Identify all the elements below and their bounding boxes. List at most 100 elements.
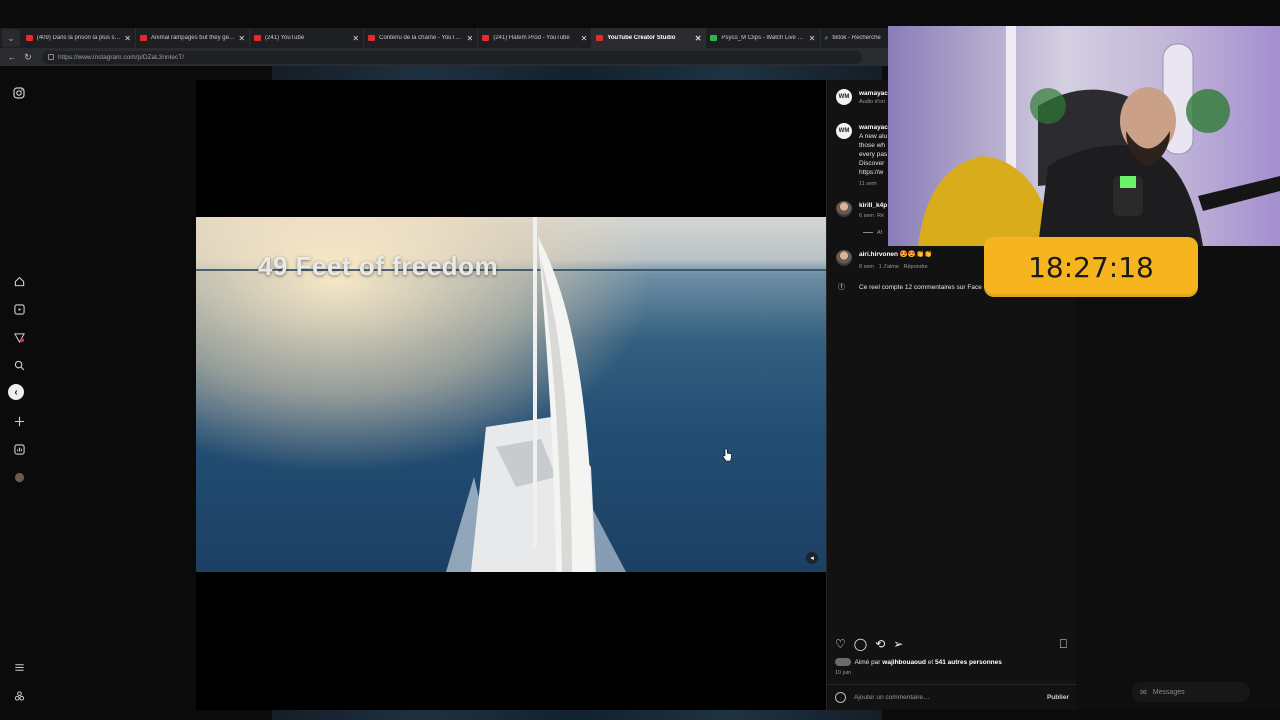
caption-line: A new alu bbox=[859, 133, 888, 140]
browser-tab-active[interactable]: YouTube Creator Studio ✕ bbox=[592, 28, 707, 48]
browser-tab[interactable]: ⌕ tiktok - Recherche bbox=[821, 28, 890, 48]
comment-reply-link[interactable]: Répondre bbox=[903, 264, 927, 270]
tab-title: (241) Hatem Prod - YouTube bbox=[493, 35, 570, 41]
direct-messages-icon[interactable] bbox=[12, 330, 26, 344]
webcam-overlay bbox=[888, 26, 1280, 246]
facebook-icon: ⓕ bbox=[838, 284, 845, 291]
url-text: https://www.instagram.com/p/DZaL3nnIecT/ bbox=[58, 53, 185, 61]
caption-username[interactable]: wamayac bbox=[859, 123, 888, 132]
tab-title: (241) YouTube bbox=[265, 35, 305, 41]
bookmark-icon[interactable]: ⎕ bbox=[1060, 637, 1067, 652]
profile-avatar-icon[interactable] bbox=[12, 470, 26, 484]
mute-icon[interactable]: ◂ bbox=[806, 552, 818, 564]
post-actions-bar: ♡ ◯ ⟲ ➢ ⎕ bbox=[835, 637, 1067, 652]
url-field[interactable]: https://www.instagram.com/p/DZaL3nnIecT/ bbox=[42, 50, 862, 64]
threads-icon[interactable] bbox=[12, 688, 26, 702]
comment-time: 6 sem bbox=[859, 213, 874, 219]
youtube-icon bbox=[254, 35, 262, 41]
reel-video[interactable]: 49 Feet of freedom ◂ bbox=[196, 217, 826, 572]
caption-author-avatar[interactable]: WM bbox=[836, 123, 852, 139]
like-heart-icon[interactable]: ♡ bbox=[835, 637, 846, 651]
comment-meta: 6 sem Ré bbox=[859, 212, 884, 221]
back-icon[interactable]: ← bbox=[4, 52, 20, 62]
stream-timer: 18:27:18 bbox=[984, 237, 1198, 297]
browser-tab[interactable]: (241) YouTube ✕ bbox=[250, 28, 365, 48]
comment-reply-link[interactable]: Ré bbox=[877, 213, 884, 219]
close-tab-icon[interactable]: ✕ bbox=[238, 34, 245, 43]
search-icon: ⌕ bbox=[824, 35, 829, 42]
comment-time: 8 sem bbox=[859, 264, 874, 270]
close-tab-icon[interactable]: ✕ bbox=[352, 34, 359, 43]
close-tab-icon[interactable]: ✕ bbox=[467, 34, 474, 43]
tab-title: tiktok - Recherche bbox=[832, 35, 881, 41]
messages-label: Messages bbox=[1152, 688, 1185, 696]
address-bar-row: ← ↻ https://www.instagram.com/p/DZaL3nnI… bbox=[0, 48, 890, 66]
repost-icon[interactable]: ⟲ bbox=[875, 637, 885, 651]
commenter-avatar[interactable] bbox=[836, 201, 852, 217]
tab-title: Contenu de la chaîne - YouTube bbox=[379, 35, 464, 41]
youtube-icon bbox=[368, 35, 376, 41]
commenter-avatar[interactable] bbox=[836, 250, 852, 266]
liker-avatars[interactable] bbox=[835, 658, 851, 667]
messages-button[interactable]: ✉ Messages bbox=[1132, 682, 1250, 702]
tab-search-menu-icon[interactable]: ⌄ bbox=[2, 29, 20, 47]
create-plus-icon[interactable] bbox=[12, 414, 26, 428]
youtube-icon bbox=[596, 35, 604, 41]
close-tab-icon[interactable]: ✕ bbox=[124, 34, 131, 43]
home-icon[interactable] bbox=[12, 274, 26, 288]
browser-tab[interactable]: (409) Dans la prison la plus surp ✕ bbox=[22, 28, 136, 48]
kick-icon bbox=[710, 35, 718, 41]
comment-emojis: 😍😍👏👏 bbox=[899, 251, 933, 258]
view-replies-label: Af bbox=[877, 230, 883, 236]
browser-tab[interactable]: Animal rampages but they get w ✕ bbox=[136, 28, 251, 48]
author-avatar[interactable]: WM bbox=[836, 89, 852, 105]
caption-line: those wh bbox=[859, 142, 886, 149]
share-send-icon[interactable]: ➢ bbox=[893, 637, 903, 651]
comment-bubble-icon[interactable]: ◯ bbox=[854, 637, 867, 651]
site-info-icon[interactable] bbox=[48, 54, 54, 60]
replies-divider bbox=[863, 232, 873, 234]
reels-icon[interactable] bbox=[12, 302, 26, 316]
close-tab-icon[interactable]: ✕ bbox=[695, 34, 702, 43]
comment-input[interactable]: Ajouter un commentaire… bbox=[854, 694, 930, 701]
search-icon[interactable] bbox=[12, 358, 26, 372]
caption-line: Discover bbox=[859, 160, 885, 167]
youtube-icon bbox=[482, 35, 490, 41]
view-replies[interactable]: Af bbox=[863, 229, 882, 238]
close-tab-icon[interactable]: ✕ bbox=[809, 34, 816, 43]
liked-by-prefix: Aimé par bbox=[854, 659, 881, 666]
emoji-picker-icon[interactable] bbox=[835, 692, 846, 703]
webcam-person-image bbox=[918, 26, 1280, 246]
browser-tab[interactable]: Psyco_M Clips - Watch Live on K ✕ bbox=[706, 28, 821, 48]
tab-title: Animal rampages but they get w bbox=[150, 35, 236, 41]
close-tab-icon[interactable]: ✕ bbox=[581, 34, 588, 43]
publish-button[interactable]: Publier bbox=[1047, 694, 1069, 701]
comment-username[interactable]: airi.hirvonen bbox=[859, 251, 898, 258]
post-date: 10 juin bbox=[835, 670, 852, 676]
caption-link[interactable]: https://w bbox=[859, 168, 883, 177]
previous-post-chevron-left-icon[interactable]: ‹ bbox=[8, 384, 24, 400]
comment-username[interactable]: kirill_k4p bbox=[859, 201, 887, 210]
liked-by-line: Aimé par wajihbouaoud et 541 autres pers… bbox=[835, 658, 1002, 667]
more-menu-icon[interactable] bbox=[12, 660, 26, 674]
reload-icon[interactable]: ↻ bbox=[20, 52, 36, 63]
youtube-icon bbox=[25, 35, 33, 41]
original-audio-link[interactable]: Audio d'ori bbox=[859, 98, 885, 107]
liked-by-mid: et bbox=[927, 659, 934, 666]
author-username[interactable]: wamayac bbox=[859, 89, 888, 98]
tab-title: (409) Dans la prison la plus surp bbox=[36, 35, 122, 41]
instagram-logo-icon[interactable] bbox=[12, 86, 26, 100]
comment-body: airi.hirvonen 😍😍👏👏 bbox=[859, 250, 932, 259]
browser-tab[interactable]: (241) Hatem Prod - YouTube ✕ bbox=[478, 28, 593, 48]
messenger-icon: ✉ bbox=[1140, 687, 1147, 697]
tab-title: Psyco_M Clips - Watch Live on K bbox=[721, 35, 806, 41]
tab-title: YouTube Creator Studio bbox=[607, 35, 676, 41]
liked-by-user[interactable]: wajihbouaoud bbox=[882, 659, 926, 666]
browser-tab[interactable]: Contenu de la chaîne - YouTube ✕ bbox=[364, 28, 479, 48]
facebook-comments-note[interactable]: Ce reel compte 12 commentaires sur Face bbox=[859, 283, 982, 292]
add-comment-bar: Ajouter un commentaire… Publier bbox=[827, 684, 1077, 710]
comment-likes[interactable]: 1 J'aime bbox=[879, 264, 899, 270]
dashboard-icon[interactable] bbox=[12, 442, 26, 456]
liked-by-others[interactable]: 541 autres personnes bbox=[935, 659, 1002, 666]
hand-cursor-icon bbox=[722, 448, 732, 462]
